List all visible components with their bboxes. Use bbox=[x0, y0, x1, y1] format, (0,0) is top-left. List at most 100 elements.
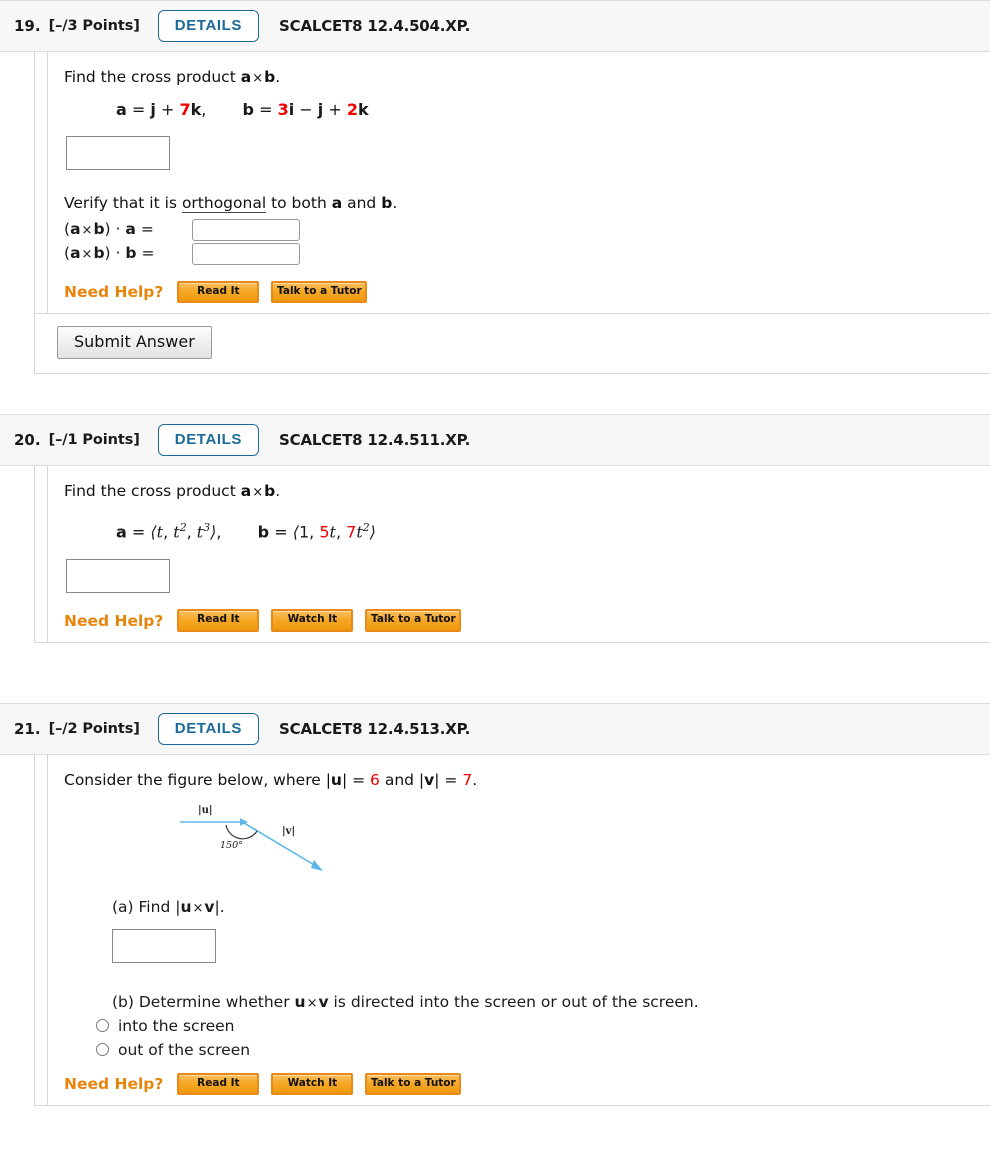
submit-answer-button[interactable]: Submit Answer bbox=[57, 326, 212, 360]
orthogonal-check-row-a: (a×b) · a = bbox=[64, 218, 990, 241]
a-label: a bbox=[116, 100, 127, 120]
problem-21-card-bottom bbox=[34, 1105, 990, 1107]
read-it-button-20[interactable]: Read It bbox=[177, 609, 260, 632]
problem-21-details-button[interactable]: DETAILS bbox=[157, 712, 260, 745]
b-sep-1: , bbox=[309, 522, 320, 542]
prompt-period: . bbox=[275, 68, 281, 86]
expr-a-cross: × bbox=[81, 223, 93, 239]
part-b-vector-v: v bbox=[318, 993, 329, 1012]
u-magnitude-value: 6 bbox=[370, 770, 380, 789]
prompt-post-21: . bbox=[472, 770, 478, 789]
b-comp-3-coefficient: 7 bbox=[346, 522, 357, 542]
talk-to-a-tutor-button-21[interactable]: Talk to a Tutor bbox=[365, 1072, 462, 1096]
orthogonal-glossary-link[interactable]: orthogonal bbox=[181, 193, 267, 213]
problem-20-details-button[interactable]: DETAILS bbox=[157, 424, 260, 457]
expr-b-cross: × bbox=[81, 247, 93, 263]
problem-19-details-button[interactable]: DETAILS bbox=[157, 10, 260, 42]
dot-product-symbol-b: · bbox=[115, 244, 121, 263]
problem-20-header: 20. [–/1 Points] DETAILS SCALCET8 12.4.5… bbox=[0, 414, 990, 467]
orthogonal-answer-a-input[interactable] bbox=[192, 218, 300, 241]
expr-a-target: a bbox=[125, 220, 136, 239]
b-term-k: k bbox=[358, 100, 369, 120]
equals-20-b: = bbox=[274, 522, 288, 542]
problem-19-given-vectors: a = j + 7k, b = 3i − j + 2k bbox=[116, 99, 990, 121]
part-b-cross: × bbox=[306, 996, 318, 1012]
problem-19-points: [–/3 Points] bbox=[48, 18, 140, 34]
angle-label: 150° bbox=[220, 840, 243, 851]
vector-b-20: b bbox=[264, 482, 276, 501]
a-term-k: k bbox=[190, 100, 202, 120]
problem-19-number: 19. bbox=[14, 17, 41, 35]
problem-21-number: 21. bbox=[14, 719, 41, 738]
need-help-label-21: Need Help? bbox=[64, 1074, 164, 1093]
watch-it-button-20[interactable]: Watch It bbox=[271, 609, 354, 632]
plus-2: + bbox=[328, 100, 342, 120]
b-comp-2-coefficient: 5 bbox=[319, 522, 330, 542]
problem-21-part-a-answer-row bbox=[112, 929, 990, 964]
radio-button-into-screen[interactable] bbox=[96, 1019, 109, 1033]
radio-option-out-of-screen[interactable]: out of the screen bbox=[96, 1041, 990, 1059]
equals-a: = bbox=[140, 220, 154, 239]
problem-19-code: SCALCET8 12.4.504.XP. bbox=[279, 17, 471, 35]
comma-20: , bbox=[216, 522, 222, 542]
cross-symbol-20: × bbox=[252, 485, 264, 501]
prompt-pre-21: Consider the figure below, where | bbox=[64, 770, 331, 789]
problem-19-body: Find the cross product a×b. a = j + 7k, … bbox=[34, 52, 990, 314]
part-a-tag: (a) Find | bbox=[112, 898, 181, 917]
need-help-label: Need Help? bbox=[64, 283, 164, 302]
expr-b-vector-b: b bbox=[93, 244, 105, 263]
radio-option-into-screen[interactable]: into the screen bbox=[96, 1017, 990, 1035]
problem-21-body: Consider the figure below, where |u| = 6… bbox=[34, 754, 990, 1106]
talk-to-a-tutor-button-20[interactable]: Talk to a Tutor bbox=[365, 609, 462, 632]
paren-close-a: ) bbox=[104, 220, 111, 239]
plus-1: + bbox=[160, 100, 175, 120]
b-comp-1: 1 bbox=[298, 522, 310, 542]
part-a-vector-v: v bbox=[204, 898, 215, 917]
problem-21-prompt: Consider the figure below, where |u| = 6… bbox=[64, 769, 990, 792]
a-sep-1: , bbox=[163, 522, 174, 542]
expr-b-target: b bbox=[125, 244, 137, 263]
problem-19-need-help: Need Help? Read It Talk to a Tutor bbox=[64, 280, 990, 304]
part-a-cross: × bbox=[192, 901, 204, 917]
orthogonal-check-row-b: (a×b) · b = bbox=[64, 242, 990, 265]
read-it-button-21[interactable]: Read It bbox=[177, 1072, 260, 1096]
orthogonal-expression-a: (a×b) · a = bbox=[64, 219, 192, 240]
magnitude-answer-input[interactable] bbox=[112, 929, 216, 964]
problem-20-code: SCALCET8 12.4.511.XP. bbox=[279, 431, 471, 450]
radio-label-into-screen: into the screen bbox=[118, 1016, 235, 1035]
vector-a: a bbox=[240, 68, 252, 86]
expr-a-vector-a: a bbox=[70, 220, 81, 239]
problem-19-verify-text: Verify that it is orthogonal to both a a… bbox=[64, 192, 990, 215]
angle-figure-svg: |u| |v| 150° bbox=[180, 805, 323, 872]
b-term-i: i bbox=[288, 100, 295, 120]
problem-20-given-vectors: a = ⟨t, t2, t3⟩, b = ⟨1, 5t, 7t2⟩ bbox=[116, 520, 990, 544]
a-coefficient-k: 7 bbox=[179, 100, 191, 120]
b-label-20: b bbox=[257, 522, 270, 542]
cross-symbol: × bbox=[252, 71, 264, 86]
problem-19-prompt: Find the cross product a×b. bbox=[64, 66, 990, 89]
problem-20-number: 20. bbox=[14, 431, 41, 450]
problem-19-submit-area: Submit Answer bbox=[34, 313, 990, 375]
b-sep-2: , bbox=[335, 522, 347, 542]
prompt-mid2-21: and | bbox=[379, 770, 425, 789]
equals-b: = bbox=[141, 244, 155, 263]
part-b-vector-u: u bbox=[294, 993, 306, 1012]
orthogonal-answer-b-input[interactable] bbox=[192, 242, 300, 265]
cross-product-answer-input[interactable] bbox=[66, 135, 170, 170]
read-it-button[interactable]: Read It bbox=[177, 280, 260, 304]
problem-19-header: 19. [–/3 Points] DETAILS SCALCET8 12.4.5… bbox=[0, 0, 990, 52]
cross-product-answer-input-20[interactable] bbox=[66, 559, 170, 594]
problem-21-header: 21. [–/2 Points] DETAILS SCALCET8 12.4.5… bbox=[0, 702, 990, 755]
watch-it-button-21[interactable]: Watch It bbox=[271, 1072, 354, 1096]
part-a-vector-u: u bbox=[180, 898, 192, 917]
problem-21-points: [–/2 Points] bbox=[48, 720, 140, 737]
dot-product-symbol-a: · bbox=[115, 220, 121, 239]
prompt-text: Find the cross product bbox=[64, 68, 241, 86]
angle-figure: |u| |v| 150° bbox=[174, 800, 990, 884]
talk-to-a-tutor-button[interactable]: Talk to a Tutor bbox=[271, 280, 368, 304]
verify-pre: Verify that it is bbox=[64, 193, 182, 212]
radio-button-out-of-screen[interactable] bbox=[96, 1043, 109, 1057]
b-coefficient-k: 2 bbox=[346, 100, 359, 120]
verify-vector-a: a bbox=[331, 193, 343, 212]
problem-19-answer-row bbox=[66, 135, 990, 170]
